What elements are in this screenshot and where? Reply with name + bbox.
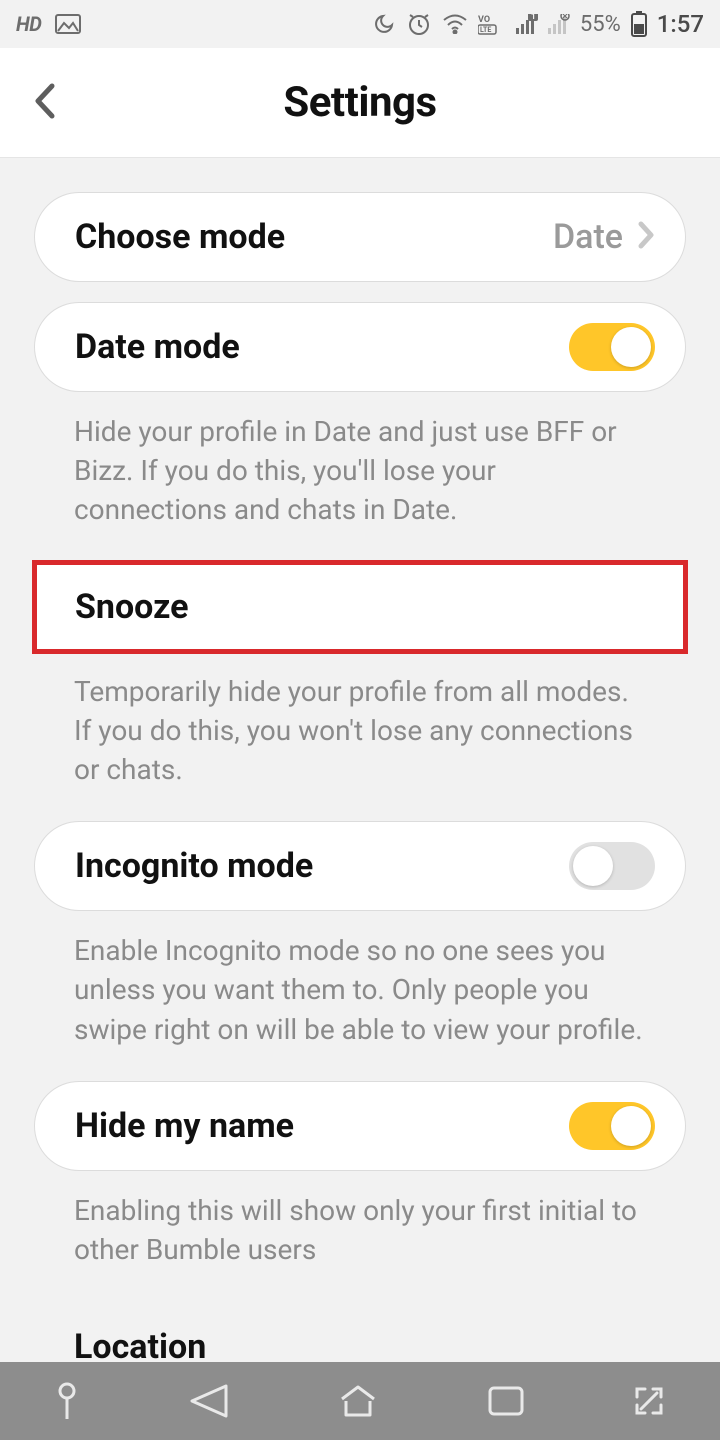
hide-name-desc: Enabling this will show only your first … [34,1171,686,1301]
date-mode-toggle[interactable] [569,323,655,371]
alarm-icon [406,11,432,37]
snooze-row[interactable]: Snooze [34,562,686,652]
hide-name-label: Hide my name [75,1106,294,1146]
svg-text:1: 1 [531,14,536,21]
incognito-row: Incognito mode [34,821,686,911]
image-icon [55,14,81,34]
main-content: Choose mode Date Date mode Hide your pro… [0,158,720,1367]
svg-text:LTE: LTE [480,26,491,34]
date-mode-label: Date mode [75,327,240,367]
svg-text:VO: VO [478,15,490,25]
incognito-label: Incognito mode [75,846,313,886]
assistant-icon[interactable] [53,1381,81,1421]
hide-name-row: Hide my name [34,1081,686,1171]
wifi-icon [442,14,468,34]
battery-icon [631,11,647,37]
incognito-desc: Enable Incognito mode so no one sees you… [34,911,686,1081]
date-mode-desc: Hide your profile in Date and just use B… [34,392,686,562]
choose-mode-row[interactable]: Choose mode Date [34,192,686,282]
back-button[interactable] [32,80,60,126]
choose-mode-label: Choose mode [75,217,285,257]
back-nav-icon[interactable] [186,1382,230,1420]
battery-percentage: 55% [580,12,621,37]
hide-name-toggle[interactable] [569,1102,655,1150]
status-bar: HD VO L [0,0,720,48]
snooze-label: Snooze [75,587,189,627]
chevron-right-icon [637,220,655,254]
snooze-desc: Temporarily hide your profile from all m… [34,652,686,822]
choose-mode-value: Date [553,217,623,257]
incognito-toggle[interactable] [569,842,655,890]
header: Settings [0,48,720,158]
volte-icon: VO LTE [478,13,506,35]
date-mode-row: Date mode [34,302,686,392]
home-nav-icon[interactable] [336,1383,380,1419]
signal2-icon [548,14,570,34]
location-heading: Location [34,1301,686,1367]
expand-nav-icon[interactable] [631,1383,667,1419]
hd-indicator: HD [16,12,41,36]
clock: 1:57 [657,10,704,38]
signal1-icon: 1 [516,14,538,34]
recent-nav-icon[interactable] [486,1384,526,1418]
dnd-icon [372,12,396,36]
page-title: Settings [283,78,436,127]
system-nav-bar [0,1362,720,1440]
